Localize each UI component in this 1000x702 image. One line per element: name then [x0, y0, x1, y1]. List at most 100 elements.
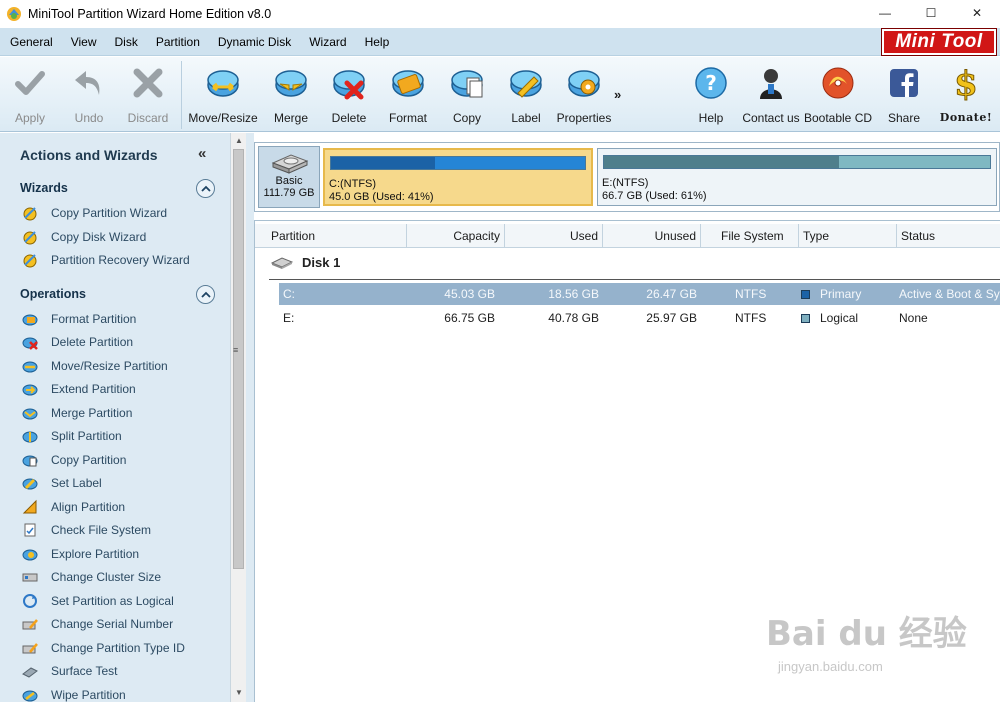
column-file-system[interactable]: File System	[701, 224, 799, 248]
move-resize-button[interactable]: Move/Resize	[188, 65, 258, 125]
apply-label: Apply	[14, 111, 46, 125]
svg-text:$: $	[954, 65, 978, 101]
copy-button[interactable]: Copy	[435, 65, 499, 125]
label-label: Label	[511, 111, 541, 125]
sidebar-item-wipe-partition[interactable]: Wipe Partition	[22, 686, 126, 702]
maximize-button[interactable]: ☐	[908, 0, 954, 26]
sidebar-item-copy-partition[interactable]: Copy Partition	[22, 451, 126, 469]
baidu-watermark: Bai du 经验	[766, 614, 967, 654]
x-mark-icon	[133, 68, 163, 98]
column-unused[interactable]: Unused	[603, 224, 701, 248]
menu-wizard[interactable]: Wizard	[300, 35, 355, 49]
wizard-wand-icon	[22, 205, 38, 221]
splitter[interactable]	[246, 133, 254, 702]
share-label: Share	[887, 111, 921, 125]
sidebar-item-set-label[interactable]: Set Label	[22, 474, 102, 492]
column-type[interactable]: Type	[799, 224, 897, 248]
help-button[interactable]: ? Help	[679, 65, 743, 125]
sidebar-item-copy-disk-wizard[interactable]: Copy Disk Wizard	[22, 228, 146, 246]
delete-button[interactable]: Delete	[317, 65, 381, 125]
undo-button[interactable]: Undo	[57, 65, 121, 125]
sidebar-item-label: Move/Resize Partition	[51, 359, 168, 373]
type-id-edit-icon	[22, 640, 38, 656]
sidebar-item-set-partition-as-logical[interactable]: Set Partition as Logical	[22, 592, 174, 610]
apply-button[interactable]: Apply	[0, 65, 62, 125]
align-ruler-icon	[22, 499, 38, 515]
sidebar-scrollbar[interactable]: ▲ ≡ ▼	[230, 133, 246, 702]
disk-group-header[interactable]: Disk 1	[271, 255, 340, 270]
table-row[interactable]: C: 45.03 GB 18.56 GB 26.47 GB NTFS Prima…	[279, 283, 1000, 305]
sidebar-item-explore-partition[interactable]: Explore Partition	[22, 545, 139, 563]
share-button[interactable]: Share	[872, 65, 936, 125]
usage-bar-used	[331, 157, 436, 169]
discard-button[interactable]: Discard	[116, 65, 180, 125]
donate-label: Donate!	[939, 111, 993, 124]
sidebar-item-label: Explore Partition	[51, 547, 140, 561]
contact-person-icon	[760, 69, 782, 99]
menu-partition[interactable]: Partition	[147, 35, 209, 49]
label-pencil-icon	[22, 475, 38, 491]
wizards-collapse-button[interactable]	[196, 179, 215, 198]
column-capacity[interactable]: Capacity	[407, 224, 505, 248]
disk-1-tile[interactable]: Basic 111.79 GB	[258, 146, 320, 208]
toolbar-overflow-button[interactable]: »	[614, 87, 621, 102]
sidebar-item-label: Delete Partition	[51, 335, 134, 349]
properties-button[interactable]: Properties	[552, 65, 616, 125]
undo-label: Undo	[74, 111, 104, 125]
menu-disk[interactable]: Disk	[106, 35, 147, 49]
contact-us-label: Contact us	[742, 111, 800, 125]
cell-used: 40.78 GB	[548, 311, 599, 325]
app-icon	[7, 7, 21, 21]
contact-us-button[interactable]: Contact us	[739, 65, 803, 125]
operations-section-title: Operations	[20, 287, 86, 301]
donate-button[interactable]: $ Donate!	[934, 65, 998, 124]
check-document-icon	[22, 522, 38, 538]
sidebar-item-change-serial-number[interactable]: Change Serial Number	[22, 615, 173, 633]
sidebar-item-move-resize-partition[interactable]: Move/Resize Partition	[22, 357, 168, 375]
properties-icon	[568, 70, 600, 97]
explore-icon	[22, 546, 38, 562]
sidebar-item-copy-partition-wizard[interactable]: Copy Partition Wizard	[22, 204, 167, 222]
format-button[interactable]: Format	[376, 65, 440, 125]
sidebar-collapse-button[interactable]: «	[198, 145, 206, 162]
extend-icon	[22, 381, 38, 397]
disk-group-label: Disk 1	[302, 255, 341, 270]
minimize-button[interactable]: —	[862, 0, 908, 26]
scrollbar-thumb[interactable]	[233, 149, 244, 569]
sidebar-item-align-partition[interactable]: Align Partition	[22, 498, 125, 516]
menu-general[interactable]: General	[0, 35, 62, 49]
column-partition[interactable]: Partition	[267, 224, 407, 248]
scroll-down-arrow-icon[interactable]: ▼	[235, 688, 243, 697]
column-status[interactable]: Status	[897, 224, 1000, 248]
close-button[interactable]: ✕	[954, 0, 1000, 26]
scroll-up-arrow-icon[interactable]: ▲	[235, 136, 243, 145]
sidebar-item-surface-test[interactable]: Surface Test	[22, 662, 117, 680]
merge-button[interactable]: Merge	[259, 65, 323, 125]
minitool-logo[interactable]: Mini Tool	[881, 28, 997, 56]
sidebar-item-change-partition-type-id[interactable]: Change Partition Type ID	[22, 639, 185, 657]
operations-collapse-button[interactable]	[196, 285, 215, 304]
sidebar-item-change-cluster-size[interactable]: Change Cluster Size	[22, 568, 161, 586]
sidebar-item-format-partition[interactable]: Format Partition	[22, 310, 136, 328]
menu-dynamic-disk[interactable]: Dynamic Disk	[209, 35, 300, 49]
sidebar-item-delete-partition[interactable]: Delete Partition	[22, 333, 133, 351]
copy-icon	[451, 70, 483, 98]
sidebar-item-split-partition[interactable]: Split Partition	[22, 427, 122, 445]
bootable-cd-button[interactable]: Bootable CD	[804, 65, 872, 125]
column-used[interactable]: Used	[505, 224, 603, 248]
menu-view[interactable]: View	[62, 35, 106, 49]
wipe-icon	[22, 687, 38, 702]
partition-block-c[interactable]: C:(NTFS) 45.0 GB (Used: 41%)	[323, 148, 593, 206]
cell-file-system: NTFS	[735, 287, 767, 301]
sidebar-item-merge-partition[interactable]: Merge Partition	[22, 404, 132, 422]
sidebar-item-check-file-system[interactable]: Check File System	[22, 521, 151, 539]
sidebar-item-partition-recovery-wizard[interactable]: Partition Recovery Wizard	[22, 251, 190, 269]
sidebar-item-extend-partition[interactable]: Extend Partition	[22, 380, 136, 398]
sidebar-item-label: Surface Test	[51, 664, 118, 678]
table-row[interactable]: E: 66.75 GB 40.78 GB 25.97 GB NTFS Logic…	[279, 307, 1000, 329]
partition-block-e[interactable]: E:(NTFS) 66.7 GB (Used: 61%)	[597, 148, 997, 206]
label-button[interactable]: Label	[494, 65, 558, 125]
sidebar-item-label: Set Partition as Logical	[51, 594, 174, 608]
cell-status: None	[899, 311, 928, 325]
menu-help[interactable]: Help	[356, 35, 399, 49]
